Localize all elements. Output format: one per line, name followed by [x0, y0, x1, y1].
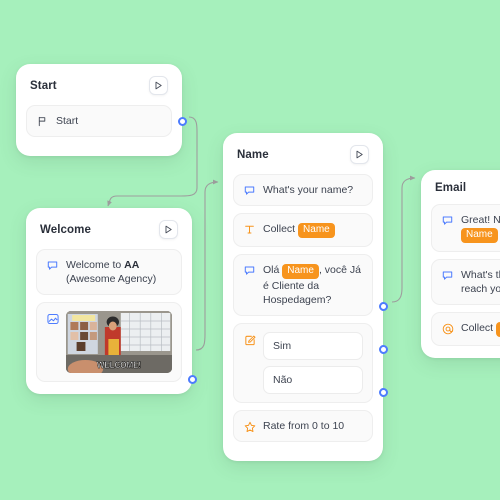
- block-collect-text[interactable]: Collect Name: [233, 213, 373, 247]
- edge-name-to-email: [391, 175, 416, 303]
- gif-caption: WELCOME!: [97, 360, 141, 371]
- block-start[interactable]: Start: [26, 105, 172, 137]
- rating-label: Rate from 0 to 10: [263, 420, 345, 432]
- choice-option[interactable]: Não: [263, 366, 363, 394]
- play-icon[interactable]: [159, 220, 178, 239]
- block-choice[interactable]: Sim Não: [233, 323, 373, 403]
- block-label: Start: [56, 115, 79, 127]
- flag-icon: [36, 115, 49, 128]
- block-message[interactable]: Welcome to AA (Awesome Agency): [36, 249, 182, 295]
- edge-welcome-to-name: [195, 179, 219, 351]
- chat-bubble-icon: [243, 184, 256, 197]
- collect-label: Collect Ema: [461, 321, 500, 337]
- choice-options: Sim Não: [263, 332, 363, 394]
- chat-bubble-icon: [46, 259, 59, 272]
- block-message[interactable]: Olá Name, você Já é Cliente da Hospedage…: [233, 254, 373, 316]
- node-header: Name: [233, 143, 373, 174]
- block-message[interactable]: Great! Nice tName: [431, 204, 500, 252]
- variable-tag[interactable]: Name: [282, 264, 319, 279]
- output-port-start[interactable]: [178, 117, 187, 126]
- node-title: Start: [30, 79, 57, 92]
- image-icon: [46, 312, 59, 325]
- message-text: Welcome to AA (Awesome Agency): [66, 259, 157, 285]
- node-title: Name: [237, 148, 269, 161]
- message-text: Olá Name, você Já é Cliente da Hospedage…: [263, 264, 361, 306]
- chat-bubble-icon: [243, 264, 256, 277]
- flow-canvas[interactable]: Start Start Welcome Welcome to AA (Aweso…: [0, 0, 500, 500]
- node-header: Welcome: [36, 218, 182, 249]
- block-media[interactable]: WELCOME!: [36, 302, 182, 382]
- node-title: Welcome: [40, 223, 91, 236]
- output-port-nao[interactable]: [379, 345, 388, 354]
- output-port-welcome[interactable]: [188, 375, 197, 384]
- node-name[interactable]: Name What's your name? Collect Name Olá …: [223, 133, 388, 461]
- choice-option[interactable]: Sim: [263, 332, 363, 360]
- output-port-sim[interactable]: [379, 302, 388, 311]
- variable-tag[interactable]: Name: [298, 223, 335, 238]
- at-sign-icon: [441, 322, 454, 335]
- block-rating[interactable]: Rate from 0 to 10: [233, 410, 373, 442]
- node-title: Email: [435, 182, 467, 194]
- play-icon[interactable]: [350, 145, 369, 164]
- chat-bubble-icon: [441, 214, 454, 227]
- message-text: Great! Nice tName: [461, 213, 500, 243]
- block-message[interactable]: What's the b can reach yo: [431, 259, 500, 305]
- play-icon[interactable]: [149, 76, 168, 95]
- variable-tag[interactable]: Ema: [496, 322, 500, 337]
- node-welcome[interactable]: Welcome Welcome to AA (Awesome Agency) W…: [26, 208, 197, 394]
- message-text: What's your name?: [263, 184, 354, 196]
- node-header: Email: [431, 180, 500, 204]
- message-bold: AA: [124, 259, 140, 271]
- text-input-icon: [243, 223, 256, 236]
- variable-tag[interactable]: Name: [461, 228, 498, 243]
- star-icon: [243, 420, 256, 433]
- node-email[interactable]: Email Great! Nice tName What's the b can…: [421, 170, 500, 358]
- node-start[interactable]: Start Start: [16, 64, 187, 156]
- block-collect-email[interactable]: Collect Ema: [431, 312, 500, 346]
- node-header: Start: [26, 74, 172, 105]
- message-text: What's the b can reach yo: [461, 269, 500, 295]
- chat-bubble-icon: [441, 269, 454, 282]
- output-port-rating[interactable]: [379, 388, 388, 397]
- checkbox-edit-icon: [243, 333, 256, 346]
- block-message[interactable]: What's your name?: [233, 174, 373, 206]
- collect-label: Collect Name: [263, 222, 335, 238]
- gif-thumbnail[interactable]: WELCOME!: [66, 311, 172, 373]
